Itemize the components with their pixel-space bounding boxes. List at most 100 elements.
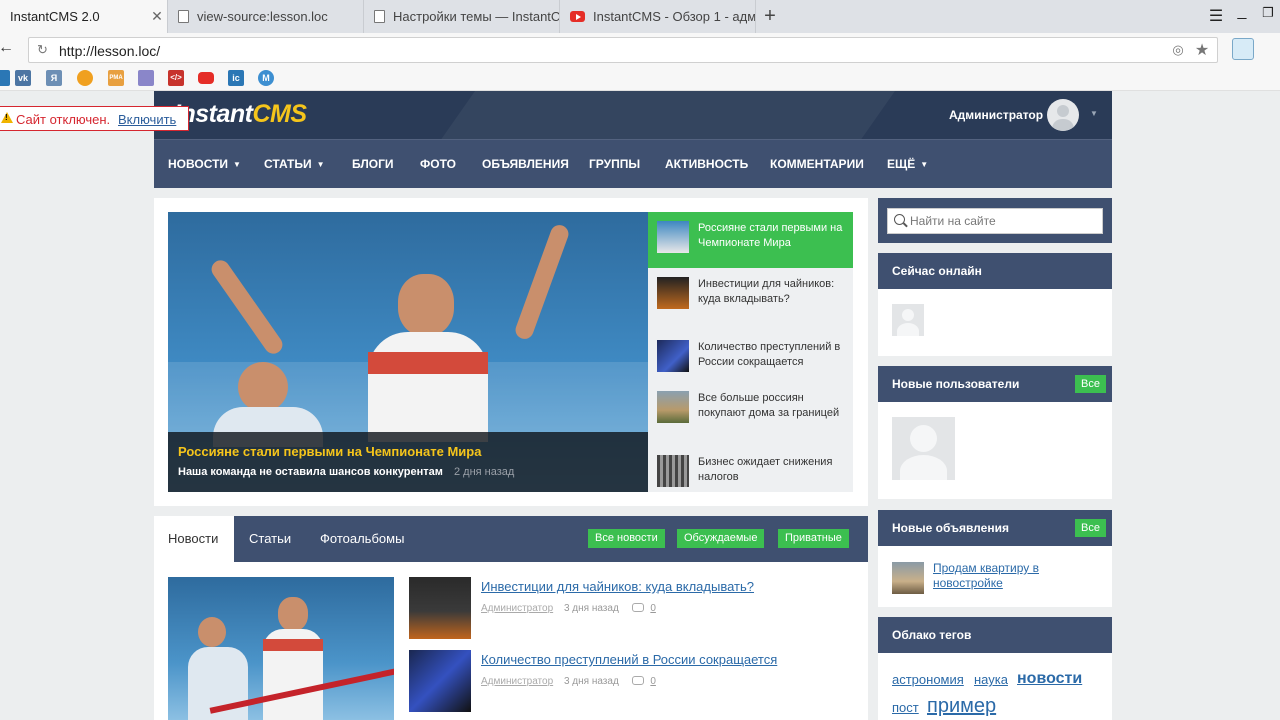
thumbnail <box>657 221 689 253</box>
bookmark-purple-icon[interactable] <box>138 70 154 86</box>
runner-head <box>238 362 288 412</box>
tag-link[interactable]: астрономия <box>892 672 964 687</box>
slider-caption-teaser: Наша команда не оставила шансов конкурен… <box>178 466 443 478</box>
tab-articles[interactable]: Статьи <box>235 516 305 562</box>
slider-caption-title[interactable]: Россияне стали первыми на Чемпионате Мир… <box>178 444 481 459</box>
browser-tab-instantcms[interactable]: InstantCMS 2.0 ✕ <box>0 0 168 33</box>
thumbnail[interactable] <box>892 562 924 594</box>
nav-item-groups[interactable]: ГРУППЫ <box>589 140 640 188</box>
list-item: Количество преступлений в России сокраща… <box>409 650 859 712</box>
offline-text: Сайт отключен. <box>16 112 111 127</box>
item-date: 3 дня назад <box>563 676 619 687</box>
tab-title: InstantCMS 2.0 <box>10 9 100 24</box>
thumbnail[interactable] <box>409 650 471 712</box>
extension-icon[interactable]: ◎ <box>1169 42 1187 60</box>
bookmark-m-icon[interactable]: M <box>258 70 274 86</box>
slider-item[interactable]: Бизнес ожидает снижения налогов <box>648 446 853 502</box>
bookmark-ic-icon[interactable]: ic <box>228 70 244 86</box>
new-ads-widget: Новые объявления Все Продам квартиру в н… <box>878 510 1112 607</box>
widget-title: Сейчас онлайн <box>892 264 982 278</box>
tag-link[interactable]: пример <box>927 695 996 718</box>
widget-header: Новые объявления Все <box>878 510 1112 546</box>
bookmark-habr-icon[interactable]: </> <box>168 70 184 86</box>
tab-title: InstantCMS - Обзор 1 - админ <box>593 9 755 24</box>
slider-item[interactable]: Инвестиции для чайников: куда вкладывать… <box>648 268 853 324</box>
omnibox[interactable]: ↻ http://lesson.loc/ ◎ ★ <box>28 37 1218 63</box>
browser-tab-theme-settings[interactable]: Настройки темы — InstantCMS <box>364 0 560 33</box>
extension-button-icon[interactable] <box>1232 38 1254 60</box>
all-news-button[interactable]: Все новости <box>588 529 665 548</box>
list-item: Инвестиции для чайников: куда вкладывать… <box>409 577 859 639</box>
comments-count[interactable]: 0 <box>650 676 656 687</box>
ad-item-link[interactable]: Продам квартиру в новостройке <box>933 561 1093 591</box>
slider-item[interactable]: Россияне стали первыми на Чемпионате Мир… <box>648 212 853 268</box>
slider-caption-date: 2 дня назад <box>454 466 515 478</box>
avatar[interactable] <box>1047 99 1079 131</box>
browser-tab-youtube[interactable]: InstantCMS - Обзор 1 - админ <box>560 0 756 33</box>
url-text[interactable]: http://lesson.loc/ <box>59 43 160 59</box>
nav-item-photo[interactable]: ФОТО <box>420 140 456 188</box>
thumbnail <box>657 277 689 309</box>
enable-site-link[interactable]: Включить <box>118 112 176 127</box>
warning-icon <box>1 112 13 123</box>
minimize-icon[interactable]: _ <box>1232 3 1252 21</box>
nav-item-activity[interactable]: АКТИВНОСТЬ <box>665 140 748 188</box>
tab-news[interactable]: Новости <box>154 516 234 562</box>
star-icon[interactable]: ★ <box>1193 40 1211 59</box>
page-icon <box>374 10 385 23</box>
feed-item-title[interactable]: Количество преступлений в России сокраща… <box>481 652 777 667</box>
nav-item-blogs[interactable]: БЛОГИ <box>352 140 394 188</box>
bookmarks-bar: vk Я PMA </> ic M <box>0 65 1280 91</box>
search-input[interactable] <box>887 208 1103 234</box>
tag-link[interactable]: новости <box>1017 670 1082 688</box>
address-bar: ← ↻ http://lesson.loc/ ◎ ★ <box>0 33 1280 65</box>
user-menu-name[interactable]: Администратор <box>949 108 1043 122</box>
avatar[interactable] <box>892 417 955 480</box>
feed-item-meta: Администратор 3 дня назад 0 <box>481 676 656 687</box>
browser-tab-view-source[interactable]: view-source:lesson.loc <box>168 0 364 33</box>
close-icon[interactable]: ✕ <box>147 8 167 25</box>
all-users-button[interactable]: Все <box>1075 375 1106 393</box>
discussed-button[interactable]: Обсуждаемые <box>677 529 765 548</box>
back-arrow-icon[interactable]: ← <box>0 39 14 57</box>
thumbnail[interactable] <box>409 577 471 639</box>
caret-down-icon: ▼ <box>316 160 325 169</box>
nav-item-news[interactable]: НОВОСТИ ▼ <box>168 140 241 188</box>
nav-item-more[interactable]: ЕЩЁ ▼ <box>887 140 928 188</box>
slider-caption[interactable]: Россияне стали первыми на Чемпионате Мир… <box>168 432 648 492</box>
bookmark-pma-icon[interactable]: PMA <box>108 70 124 86</box>
bookmark-vk-icon[interactable]: vk <box>15 70 31 86</box>
nav-item-articles[interactable]: СТАТЬИ ▼ <box>264 140 325 188</box>
author-link[interactable]: Администратор <box>481 676 553 687</box>
bookmark-orange-icon[interactable] <box>77 70 93 86</box>
new-tab-icon[interactable]: + <box>758 4 782 28</box>
tag-link[interactable]: наука <box>974 672 1008 687</box>
feed-item-title[interactable]: Инвестиции для чайников: куда вкладывать… <box>481 579 754 594</box>
menu-icon[interactable]: ☰ <box>1206 6 1226 26</box>
tab-photo-albums[interactable]: Фотоальбомы <box>306 516 418 562</box>
widget-title: Новые пользователи <box>892 377 1020 391</box>
all-ads-button[interactable]: Все <box>1075 519 1106 537</box>
feed-item-meta: Администратор 3 дня назад 0 <box>481 603 656 614</box>
bookmark-yandex-icon[interactable]: Я <box>46 70 62 86</box>
comments-count[interactable]: 0 <box>650 603 656 614</box>
bookmark-youtube-icon[interactable] <box>198 72 214 84</box>
slider-item[interactable]: Количество преступлений в России сокраща… <box>648 331 853 387</box>
author-link[interactable]: Администратор <box>481 603 553 614</box>
restore-icon[interactable]: ❐ <box>1258 5 1278 21</box>
nav-item-comments[interactable]: КОММЕНТАРИИ <box>770 140 864 188</box>
avatar[interactable] <box>892 304 924 336</box>
chevron-down-icon[interactable]: ▼ <box>1090 109 1098 118</box>
bookmark-icon[interactable] <box>0 70 10 86</box>
slider-main-image[interactable]: Россияне стали первыми на Чемпионате Мир… <box>168 212 648 492</box>
feed-featured-image[interactable] <box>168 577 394 720</box>
reload-icon[interactable]: ↻ <box>37 42 48 58</box>
site-logo[interactable]: InstantCMS <box>174 100 307 129</box>
nav-item-ads[interactable]: ОБЪЯВЛЕНИЯ <box>482 140 569 188</box>
private-button[interactable]: Приватные <box>778 529 849 548</box>
tab-title: Настройки темы — InstantCMS <box>393 9 559 24</box>
slider-item[interactable]: Все больше россиян покупают дома за гран… <box>648 382 853 438</box>
tag-link[interactable]: пост <box>892 700 919 715</box>
item-date: 3 дня назад <box>563 603 619 614</box>
widget-title: Новые объявления <box>892 521 1009 535</box>
